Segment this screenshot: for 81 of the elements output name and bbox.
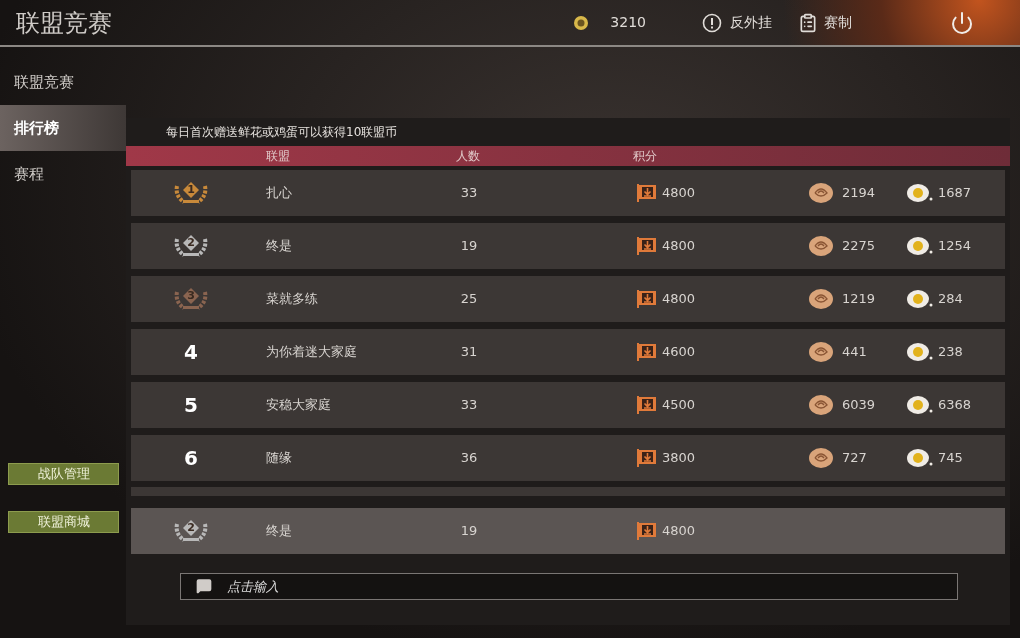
flag-icon	[636, 236, 658, 256]
score-value: 4600	[662, 343, 696, 362]
alert-icon	[702, 12, 722, 33]
rank-number: 5	[184, 392, 198, 419]
member-count: 31	[459, 343, 479, 362]
flag-icon	[636, 395, 658, 415]
score-value: 4800	[662, 237, 696, 256]
menu-button[interactable]: 联盟商城	[8, 511, 119, 533]
member-count: 36	[459, 449, 479, 468]
rank-number: 6	[184, 445, 198, 472]
egg-count: 238	[938, 343, 963, 362]
score-value: 4800	[662, 290, 696, 309]
egg-icon	[906, 341, 934, 363]
flag-icon	[636, 342, 658, 362]
score-value: 3800	[662, 449, 696, 468]
rose-icon	[808, 341, 834, 363]
alliance-name: 安稳大家庭	[265, 396, 332, 415]
flag-icon	[636, 521, 658, 541]
alliance-name: 为你着迷大家庭	[265, 343, 358, 362]
flag-icon	[636, 183, 658, 203]
member-count: 19	[459, 522, 479, 541]
alliance-name: 菜就多练	[265, 290, 319, 309]
egg-count: 284	[938, 290, 963, 309]
menu-button[interactable]: 战队管理	[8, 463, 119, 485]
member-count: 33	[459, 184, 479, 203]
flower-count: 441	[842, 343, 867, 362]
egg-count: 1687	[938, 184, 972, 203]
score-value: 4800	[662, 184, 696, 203]
alliance-name: 扎心	[265, 184, 293, 203]
member-count: 19	[459, 237, 479, 256]
member-count: 25	[459, 290, 479, 309]
chat-icon	[196, 578, 212, 594]
chat-input-field[interactable]: 点击输入	[180, 573, 958, 600]
score-value: 4500	[662, 396, 696, 415]
egg-icon	[906, 288, 934, 310]
column-heading: 积分	[633, 148, 657, 165]
rose-icon	[808, 394, 834, 416]
egg-icon	[906, 447, 934, 469]
sidebar-tab[interactable]: 排行榜	[0, 105, 126, 151]
egg-icon	[906, 394, 934, 416]
egg-count: 6368	[938, 396, 972, 415]
flower-count: 727	[842, 449, 867, 468]
rank-number: 4	[184, 339, 198, 366]
egg-icon	[906, 235, 934, 257]
ranking-row[interactable]: 3 菜就多练 25 4800 1219 284	[131, 276, 1005, 322]
egg-count: 1254	[938, 237, 972, 256]
rose-icon	[808, 447, 834, 469]
member-count: 33	[459, 396, 479, 415]
score-value: 4800	[662, 522, 696, 541]
flower-count: 2275	[842, 237, 876, 256]
clipboard-icon	[798, 12, 818, 33]
alliance-name: 随缘	[265, 449, 293, 468]
rose-icon	[808, 182, 834, 204]
column-heading: 人数	[456, 148, 481, 165]
ranking-row[interactable]: 1 扎心 33 4800 2194 1687	[131, 170, 1005, 216]
flag-icon	[636, 289, 658, 309]
notice-text: 每日首次赠送鲜花或鸡蛋可以获得10联盟币	[165, 124, 399, 141]
ranking-row[interactable]: 6 随缘 36 3800 727 745	[131, 435, 1005, 481]
ranking-row[interactable]: 5 安稳大家庭 33 4500 6039 6368	[131, 382, 1005, 428]
power-button[interactable]	[950, 10, 974, 35]
ranking-row[interactable]: 2 终是 19 4800 2275 1254	[131, 223, 1005, 269]
flag-icon	[636, 448, 658, 468]
sidebar-tab[interactable]: 赛程	[0, 151, 126, 197]
alliance-name: 终是	[265, 522, 293, 541]
currency-amount: 3210	[610, 13, 646, 32]
flower-count: 1219	[842, 290, 876, 309]
ranking-row[interactable]: 4 为你着迷大家庭 31 4600 441 238	[131, 329, 1005, 375]
rules-button[interactable]: 赛制	[798, 12, 852, 33]
sidebar-tab[interactable]: 联盟竞赛	[0, 59, 126, 105]
flower-count: 2194	[842, 184, 876, 203]
rose-icon	[808, 288, 834, 310]
own-ranking-row[interactable]: 2 终是 19 4800	[131, 508, 1005, 554]
coin-icon	[574, 15, 589, 30]
egg-icon	[906, 182, 934, 204]
page-title: 联盟竞赛	[16, 7, 112, 39]
anti-cheat-button[interactable]: 反外挂	[702, 12, 772, 33]
rose-icon	[808, 235, 834, 257]
column-heading: 联盟	[266, 148, 291, 165]
flower-count: 6039	[842, 396, 876, 415]
alliance-name: 终是	[265, 237, 293, 256]
egg-count: 745	[938, 449, 963, 468]
